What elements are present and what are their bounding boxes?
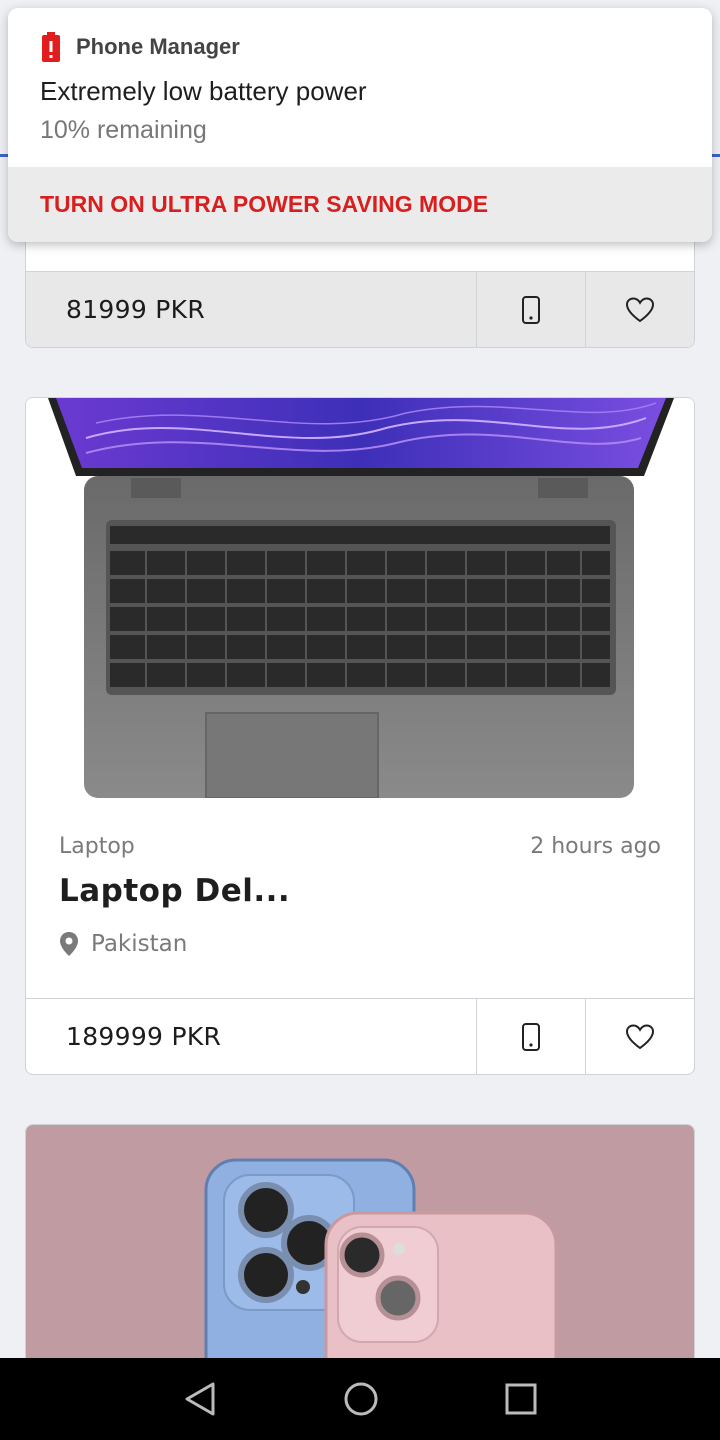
ultra-power-saving-button[interactable]: TURN ON ULTRA POWER SAVING MODE — [8, 167, 712, 242]
heart-icon — [625, 296, 655, 322]
price-row: 189999 PKR — [26, 998, 694, 1074]
phones-photo — [204, 1158, 558, 1358]
battery-alert-icon — [42, 32, 60, 62]
notification-title: Extremely low battery power — [40, 76, 367, 106]
price-row: 81999 PKR — [26, 271, 694, 347]
call-button[interactable] — [476, 999, 585, 1074]
location-pin-icon — [60, 932, 78, 956]
notification-app-name: Phone Manager — [76, 34, 240, 59]
listing-title[interactable]: Laptop Del... — [59, 873, 661, 909]
posted-time: 2 hours ago — [530, 834, 661, 859]
recents-icon[interactable] — [505, 1383, 537, 1415]
favorite-button[interactable] — [585, 999, 694, 1074]
notification-subtitle: 10% remaining — [40, 116, 207, 144]
heart-icon — [625, 1023, 655, 1049]
home-icon[interactable] — [343, 1381, 379, 1417]
phone-icon — [522, 295, 540, 324]
listing-card[interactable]: Laptop 2 hours ago Laptop Del... Pakista… — [25, 397, 695, 1075]
price-label: 189999 PKR — [66, 1022, 222, 1051]
laptop-photo — [48, 398, 674, 798]
price-label: 81999 PKR — [66, 295, 206, 324]
listing-image[interactable] — [26, 1125, 694, 1358]
system-nav-bar — [0, 1358, 720, 1440]
back-icon[interactable] — [183, 1381, 217, 1417]
listing-card[interactable] — [25, 1124, 695, 1358]
battery-notification[interactable]: Phone Manager Extremely low battery powe… — [8, 8, 712, 242]
listing-image[interactable] — [26, 398, 694, 798]
location-label: Pakistan — [91, 931, 188, 957]
category-label: Laptop — [59, 834, 135, 859]
call-button[interactable] — [476, 272, 585, 347]
phone-icon — [522, 1022, 540, 1051]
favorite-button[interactable] — [585, 272, 694, 347]
listing-meta: Laptop 2 hours ago Laptop Del... Pakista… — [59, 834, 661, 957]
